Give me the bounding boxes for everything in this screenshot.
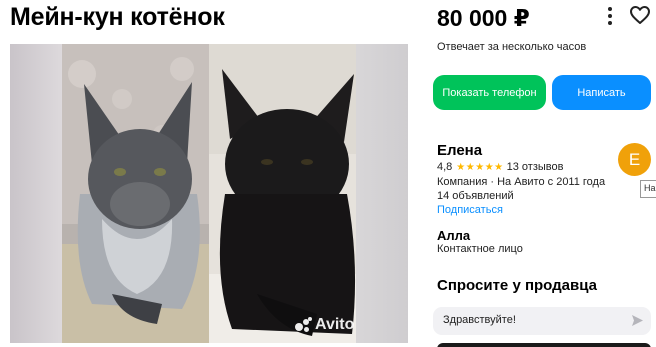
- listing-photo[interactable]: [62, 44, 356, 343]
- contact-name: Алла: [437, 228, 471, 243]
- avito-logo-icon: [295, 317, 313, 333]
- ask-message-input[interactable]: Здравствуйте!: [433, 307, 651, 335]
- ask-seller-title: Спросите у продавца: [437, 277, 597, 294]
- contact-role: Контактное лицо: [437, 243, 523, 255]
- listing-price: 80 000 ₽: [437, 5, 530, 31]
- gallery-blur-right: [356, 44, 408, 343]
- write-message-button[interactable]: Написать: [552, 75, 651, 110]
- avito-watermark-text: Avito: [315, 316, 355, 333]
- rating-value: 4,8: [437, 161, 453, 173]
- seller-rating: 4,8 ★★★★★ 13 отзывов: [437, 161, 563, 173]
- show-phone-button[interactable]: Показать телефон: [433, 75, 546, 110]
- photo-gallery[interactable]: Avito: [10, 44, 408, 343]
- seller-name[interactable]: Елена: [437, 142, 482, 159]
- subscribe-link[interactable]: Подписаться: [437, 204, 503, 216]
- seller-company-info: Компания · На Авито с 2011 года: [437, 176, 606, 188]
- seller-avatar[interactable]: E: [618, 143, 651, 176]
- reviews-link[interactable]: 13 отзывов: [507, 161, 564, 173]
- star-icon: ★★★★★: [456, 161, 504, 173]
- avatar-tooltip: На: [640, 180, 656, 198]
- more-icon[interactable]: [602, 5, 618, 27]
- response-time: Отвечает за несколько часов: [437, 41, 587, 53]
- heart-icon[interactable]: [629, 5, 651, 25]
- avito-watermark: Avito: [295, 316, 354, 334]
- avatar-letter: E: [628, 149, 641, 169]
- gallery-blur-left: [10, 44, 62, 343]
- seller-ads-count[interactable]: 14 объявлений: [437, 190, 514, 202]
- listing-title: Мейн-кун котёнок: [10, 3, 225, 31]
- send-icon[interactable]: [631, 314, 644, 327]
- bottom-action-bar[interactable]: [437, 343, 651, 347]
